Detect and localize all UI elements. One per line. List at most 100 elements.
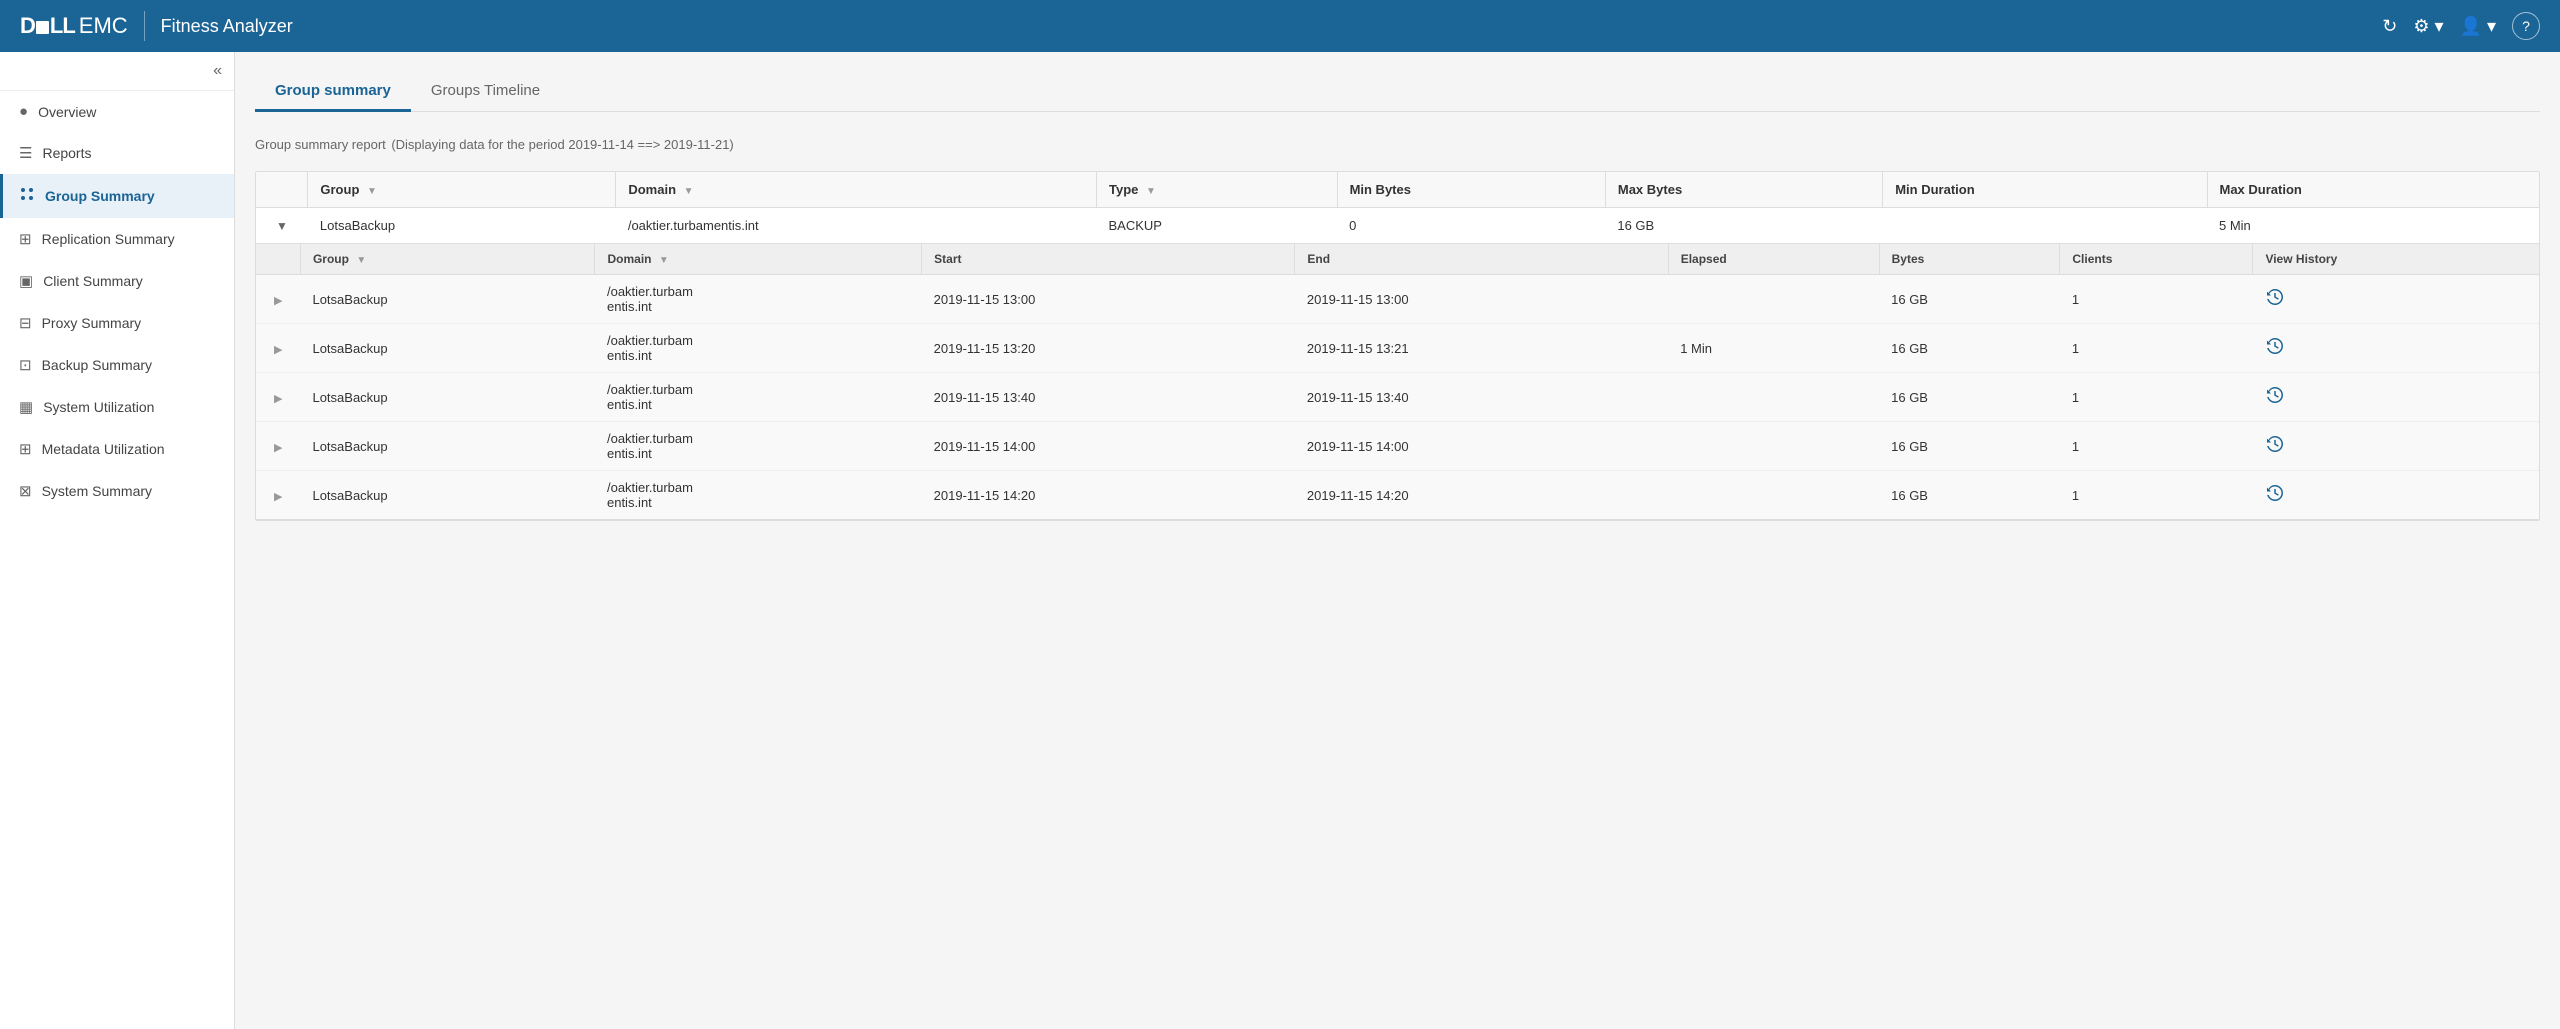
max-duration-col-header: Max Duration <box>2207 172 2539 208</box>
outer-table-header-row: Group ▼ Domain ▼ Type ▼ Min Bytes Max By… <box>256 172 2539 208</box>
domain-sort-icon: ▼ <box>684 186 694 197</box>
sidebar-item-system-utilization[interactable]: ▦ System Utilization <box>0 386 234 428</box>
inner-domain-sort-icon: ▼ <box>659 255 669 266</box>
sidebar-item-system-summary[interactable]: ⊠ System Summary <box>0 470 234 512</box>
inner-chevron-right[interactable]: ▶ <box>268 489 288 505</box>
inner-clients-col-header: Clients <box>2060 244 2253 275</box>
view-history-icon[interactable] <box>2265 490 2285 507</box>
sidebar-item-label: Reports <box>42 145 91 161</box>
inner-expand-cell[interactable]: ▶ <box>256 324 300 373</box>
backup-icon: ⊡ <box>19 356 32 374</box>
sidebar-item-overview[interactable]: ● Overview <box>0 91 234 132</box>
main-content: Group summary Groups Timeline Group summ… <box>235 52 2560 1029</box>
sidebar-item-proxy-summary[interactable]: ⊟ Proxy Summary <box>0 302 234 344</box>
inner-bytes-col-header: Bytes <box>1879 244 2060 275</box>
inner-domain-cell: /oaktier.turbamentis.int <box>595 471 922 520</box>
min-duration-cell <box>1883 208 2207 244</box>
inner-start-cell: 2019-11-15 14:20 <box>922 471 1295 520</box>
help-icon[interactable]: ? <box>2512 12 2540 40</box>
inner-chevron-right[interactable]: ▶ <box>268 440 288 456</box>
inner-start-col-header: Start <box>922 244 1295 275</box>
settings-icon[interactable]: ⚙ ▾ <box>2413 16 2443 37</box>
inner-start-cell: 2019-11-15 13:40 <box>922 373 1295 422</box>
inner-chevron-right[interactable]: ▶ <box>268 342 288 358</box>
sidebar-item-client-summary[interactable]: ▣ Client Summary <box>0 260 234 302</box>
inner-expand-cell[interactable]: ▶ <box>256 373 300 422</box>
header-left: DLL EMC Fitness Analyzer <box>20 11 293 41</box>
app-title: Fitness Analyzer <box>161 16 293 37</box>
inner-table-data-row: ▶ LotsaBackup /oaktier.turbamentis.int 2… <box>256 471 2539 520</box>
inner-group-cell: LotsaBackup <box>300 471 595 520</box>
sidebar: « ● Overview ☰ Reports Group Summary ⊞ R… <box>0 52 235 1029</box>
inner-group-cell: LotsaBackup <box>300 373 595 422</box>
sidebar-item-reports[interactable]: ☰ Reports <box>0 132 234 174</box>
type-cell: BACKUP <box>1097 208 1338 244</box>
inner-view-history-cell[interactable] <box>2253 373 2539 422</box>
inner-clients-cell: 1 <box>2060 471 2253 520</box>
inner-view-history-cell[interactable] <box>2253 471 2539 520</box>
dell-logo: DLL <box>20 13 75 39</box>
inner-start-cell: 2019-11-15 13:00 <box>922 275 1295 324</box>
inner-end-cell: 2019-11-15 13:21 <box>1295 324 1668 373</box>
inner-end-col-header: End <box>1295 244 1668 275</box>
inner-group-sort-icon: ▼ <box>356 255 366 266</box>
app-header: DLL EMC Fitness Analyzer ↻ ⚙ ▾ 👤 ▾ ? <box>0 0 2560 52</box>
type-col-header[interactable]: Type ▼ <box>1097 172 1338 208</box>
sidebar-item-label: Proxy Summary <box>42 315 142 331</box>
system-summary-icon: ⊠ <box>19 482 32 500</box>
inner-start-cell: 2019-11-15 13:20 <box>922 324 1295 373</box>
sidebar-item-label: Overview <box>38 104 96 120</box>
inner-group-cell: LotsaBackup <box>300 275 595 324</box>
sidebar-item-backup-summary[interactable]: ⊡ Backup Summary <box>0 344 234 386</box>
inner-group-cell: LotsaBackup <box>300 324 595 373</box>
inner-elapsed-cell <box>1668 275 1879 324</box>
inner-chevron-right[interactable]: ▶ <box>268 293 288 309</box>
inner-expand-cell[interactable]: ▶ <box>256 471 300 520</box>
inner-end-cell: 2019-11-15 13:40 <box>1295 373 1668 422</box>
main-table-container: Group ▼ Domain ▼ Type ▼ Min Bytes Max By… <box>255 171 2540 521</box>
inner-clients-cell: 1 <box>2060 324 2253 373</box>
inner-view-history-cell[interactable] <box>2253 275 2539 324</box>
inner-elapsed-cell <box>1668 373 1879 422</box>
report-title: Group summary report (Displaying data fo… <box>255 132 2540 155</box>
inner-group-col-header[interactable]: Group ▼ <box>300 244 595 275</box>
inner-domain-cell: /oaktier.turbamentis.int <box>595 373 922 422</box>
sidebar-item-group-summary[interactable]: Group Summary <box>0 174 234 218</box>
group-sort-icon: ▼ <box>367 186 377 197</box>
min-duration-col-header: Min Duration <box>1883 172 2207 208</box>
tab-group-summary[interactable]: Group summary <box>255 72 411 112</box>
system-util-icon: ▦ <box>19 398 33 416</box>
view-history-icon[interactable] <box>2265 343 2285 360</box>
inner-expand-cell[interactable]: ▶ <box>256 422 300 471</box>
inner-view-history-cell[interactable] <box>2253 422 2539 471</box>
collapse-button[interactable]: « <box>213 62 222 80</box>
type-sort-icon: ▼ <box>1146 186 1156 197</box>
sidebar-item-replication-summary[interactable]: ⊞ Replication Summary <box>0 218 234 260</box>
inner-start-cell: 2019-11-15 14:00 <box>922 422 1295 471</box>
expand-cell[interactable]: ▼ <box>256 208 308 244</box>
tab-groups-timeline[interactable]: Groups Timeline <box>411 72 560 112</box>
expand-chevron-down[interactable]: ▼ <box>268 215 296 237</box>
view-history-icon[interactable] <box>2265 294 2285 311</box>
view-history-icon[interactable] <box>2265 392 2285 409</box>
group-col-header[interactable]: Group ▼ <box>308 172 616 208</box>
inner-clients-cell: 1 <box>2060 422 2253 471</box>
reports-icon: ☰ <box>19 144 32 162</box>
view-history-icon[interactable] <box>2265 441 2285 458</box>
inner-domain-col-header[interactable]: Domain ▼ <box>595 244 922 275</box>
sidebar-item-metadata-utilization[interactable]: ⊞ Metadata Utilization <box>0 428 234 470</box>
brand-logo: DLL EMC <box>20 13 128 39</box>
inner-chevron-right[interactable]: ▶ <box>268 391 288 407</box>
domain-col-header[interactable]: Domain ▼ <box>616 172 1097 208</box>
emc-logo: EMC <box>79 13 128 39</box>
inner-expand-cell[interactable]: ▶ <box>256 275 300 324</box>
inner-view-history-cell[interactable] <box>2253 324 2539 373</box>
max-bytes-col-header: Max Bytes <box>1605 172 1882 208</box>
inner-bytes-cell: 16 GB <box>1879 422 2060 471</box>
inner-table-data-row: ▶ LotsaBackup /oaktier.turbamentis.int 2… <box>256 275 2539 324</box>
inner-end-cell: 2019-11-15 14:00 <box>1295 422 1668 471</box>
refresh-icon[interactable]: ↻ <box>2382 16 2397 37</box>
user-icon[interactable]: 👤 ▾ <box>2460 16 2496 37</box>
sidebar-item-label: System Summary <box>42 483 152 499</box>
inner-table-data-row: ▶ LotsaBackup /oaktier.turbamentis.int 2… <box>256 373 2539 422</box>
